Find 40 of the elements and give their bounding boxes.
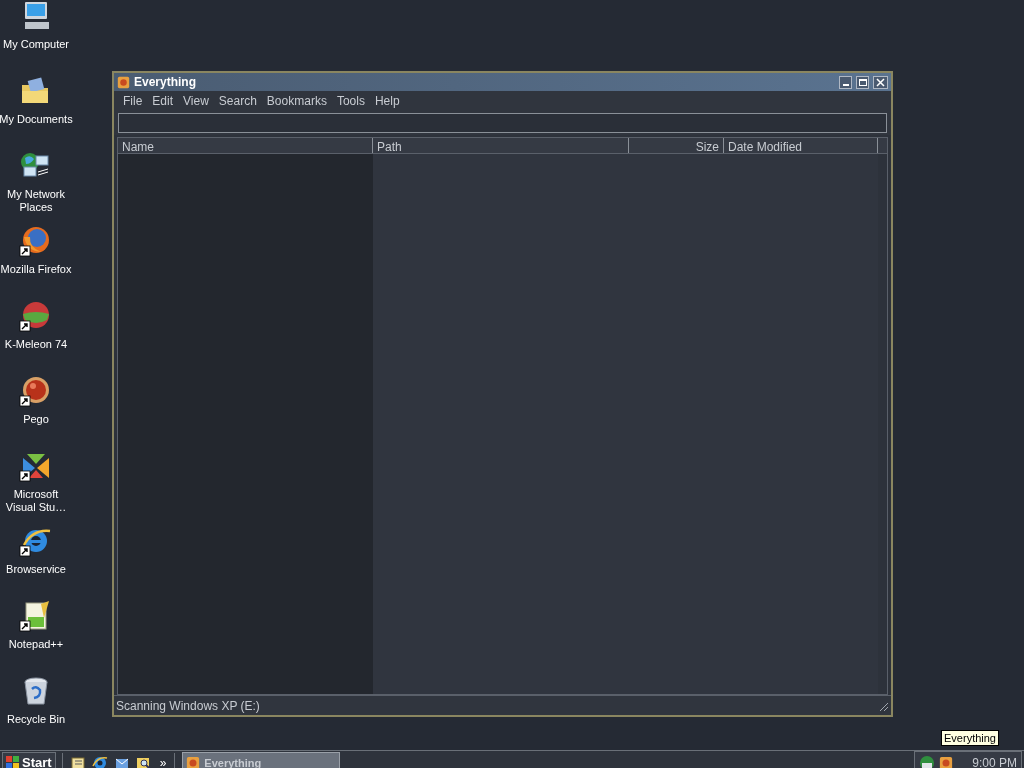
- icon-label: My Network Places: [5, 188, 67, 214]
- icon-label: My Documents: [0, 113, 73, 126]
- minimize-button[interactable]: [839, 75, 852, 89]
- search-field[interactable]: [118, 113, 887, 133]
- menu-item[interactable]: Tools: [331, 92, 370, 110]
- app-icon: [117, 75, 130, 89]
- maximize-button[interactable]: [856, 75, 869, 89]
- start-button[interactable]: Start: [2, 752, 56, 768]
- menu-item[interactable]: Search: [213, 92, 262, 110]
- notepad-icon[interactable]: [69, 755, 86, 768]
- network-tray-icon[interactable]: [919, 755, 935, 768]
- overflow-button[interactable]: »: [157, 754, 169, 768]
- windows-logo-icon: [6, 756, 20, 768]
- icon-label: Pego: [22, 413, 50, 426]
- app-icon: [186, 756, 201, 768]
- menu-item[interactable]: Help: [369, 92, 405, 110]
- column-header[interactable]: Size: [629, 138, 724, 153]
- status-text: Scanning Windows XP (E:): [116, 697, 261, 715]
- menu-item[interactable]: File: [118, 92, 148, 110]
- magnifier-icon[interactable]: [135, 755, 152, 768]
- close-button[interactable]: [873, 75, 888, 89]
- icon-label: Microsoft Visual Stu…: [4, 488, 68, 514]
- globe-icon[interactable]: [91, 755, 108, 768]
- icon-label: Recycle Bin: [5, 713, 67, 726]
- icon-label: Browservice: [5, 563, 67, 576]
- app-icon: [939, 756, 953, 768]
- icon-label: Mozilla Firefox: [0, 263, 73, 276]
- icon-label: Notepad++: [7, 638, 65, 651]
- close-icon: [876, 77, 885, 87]
- menu-item[interactable]: View: [178, 92, 214, 110]
- column-header[interactable]: Name: [118, 138, 373, 153]
- icon-label: My Computer: [2, 38, 70, 51]
- clock: 9:00 PM: [972, 755, 1017, 768]
- menu-item[interactable]: Bookmarks: [261, 92, 332, 110]
- menu-item[interactable]: Edit: [147, 92, 179, 110]
- column-header[interactable]: Path: [373, 138, 629, 153]
- tooltip: Everything: [941, 730, 999, 746]
- icon-label: K-Meleon 74: [3, 338, 69, 351]
- column-header[interactable]: Date Modified: [724, 138, 878, 153]
- window-title: Everything: [134, 74, 197, 91]
